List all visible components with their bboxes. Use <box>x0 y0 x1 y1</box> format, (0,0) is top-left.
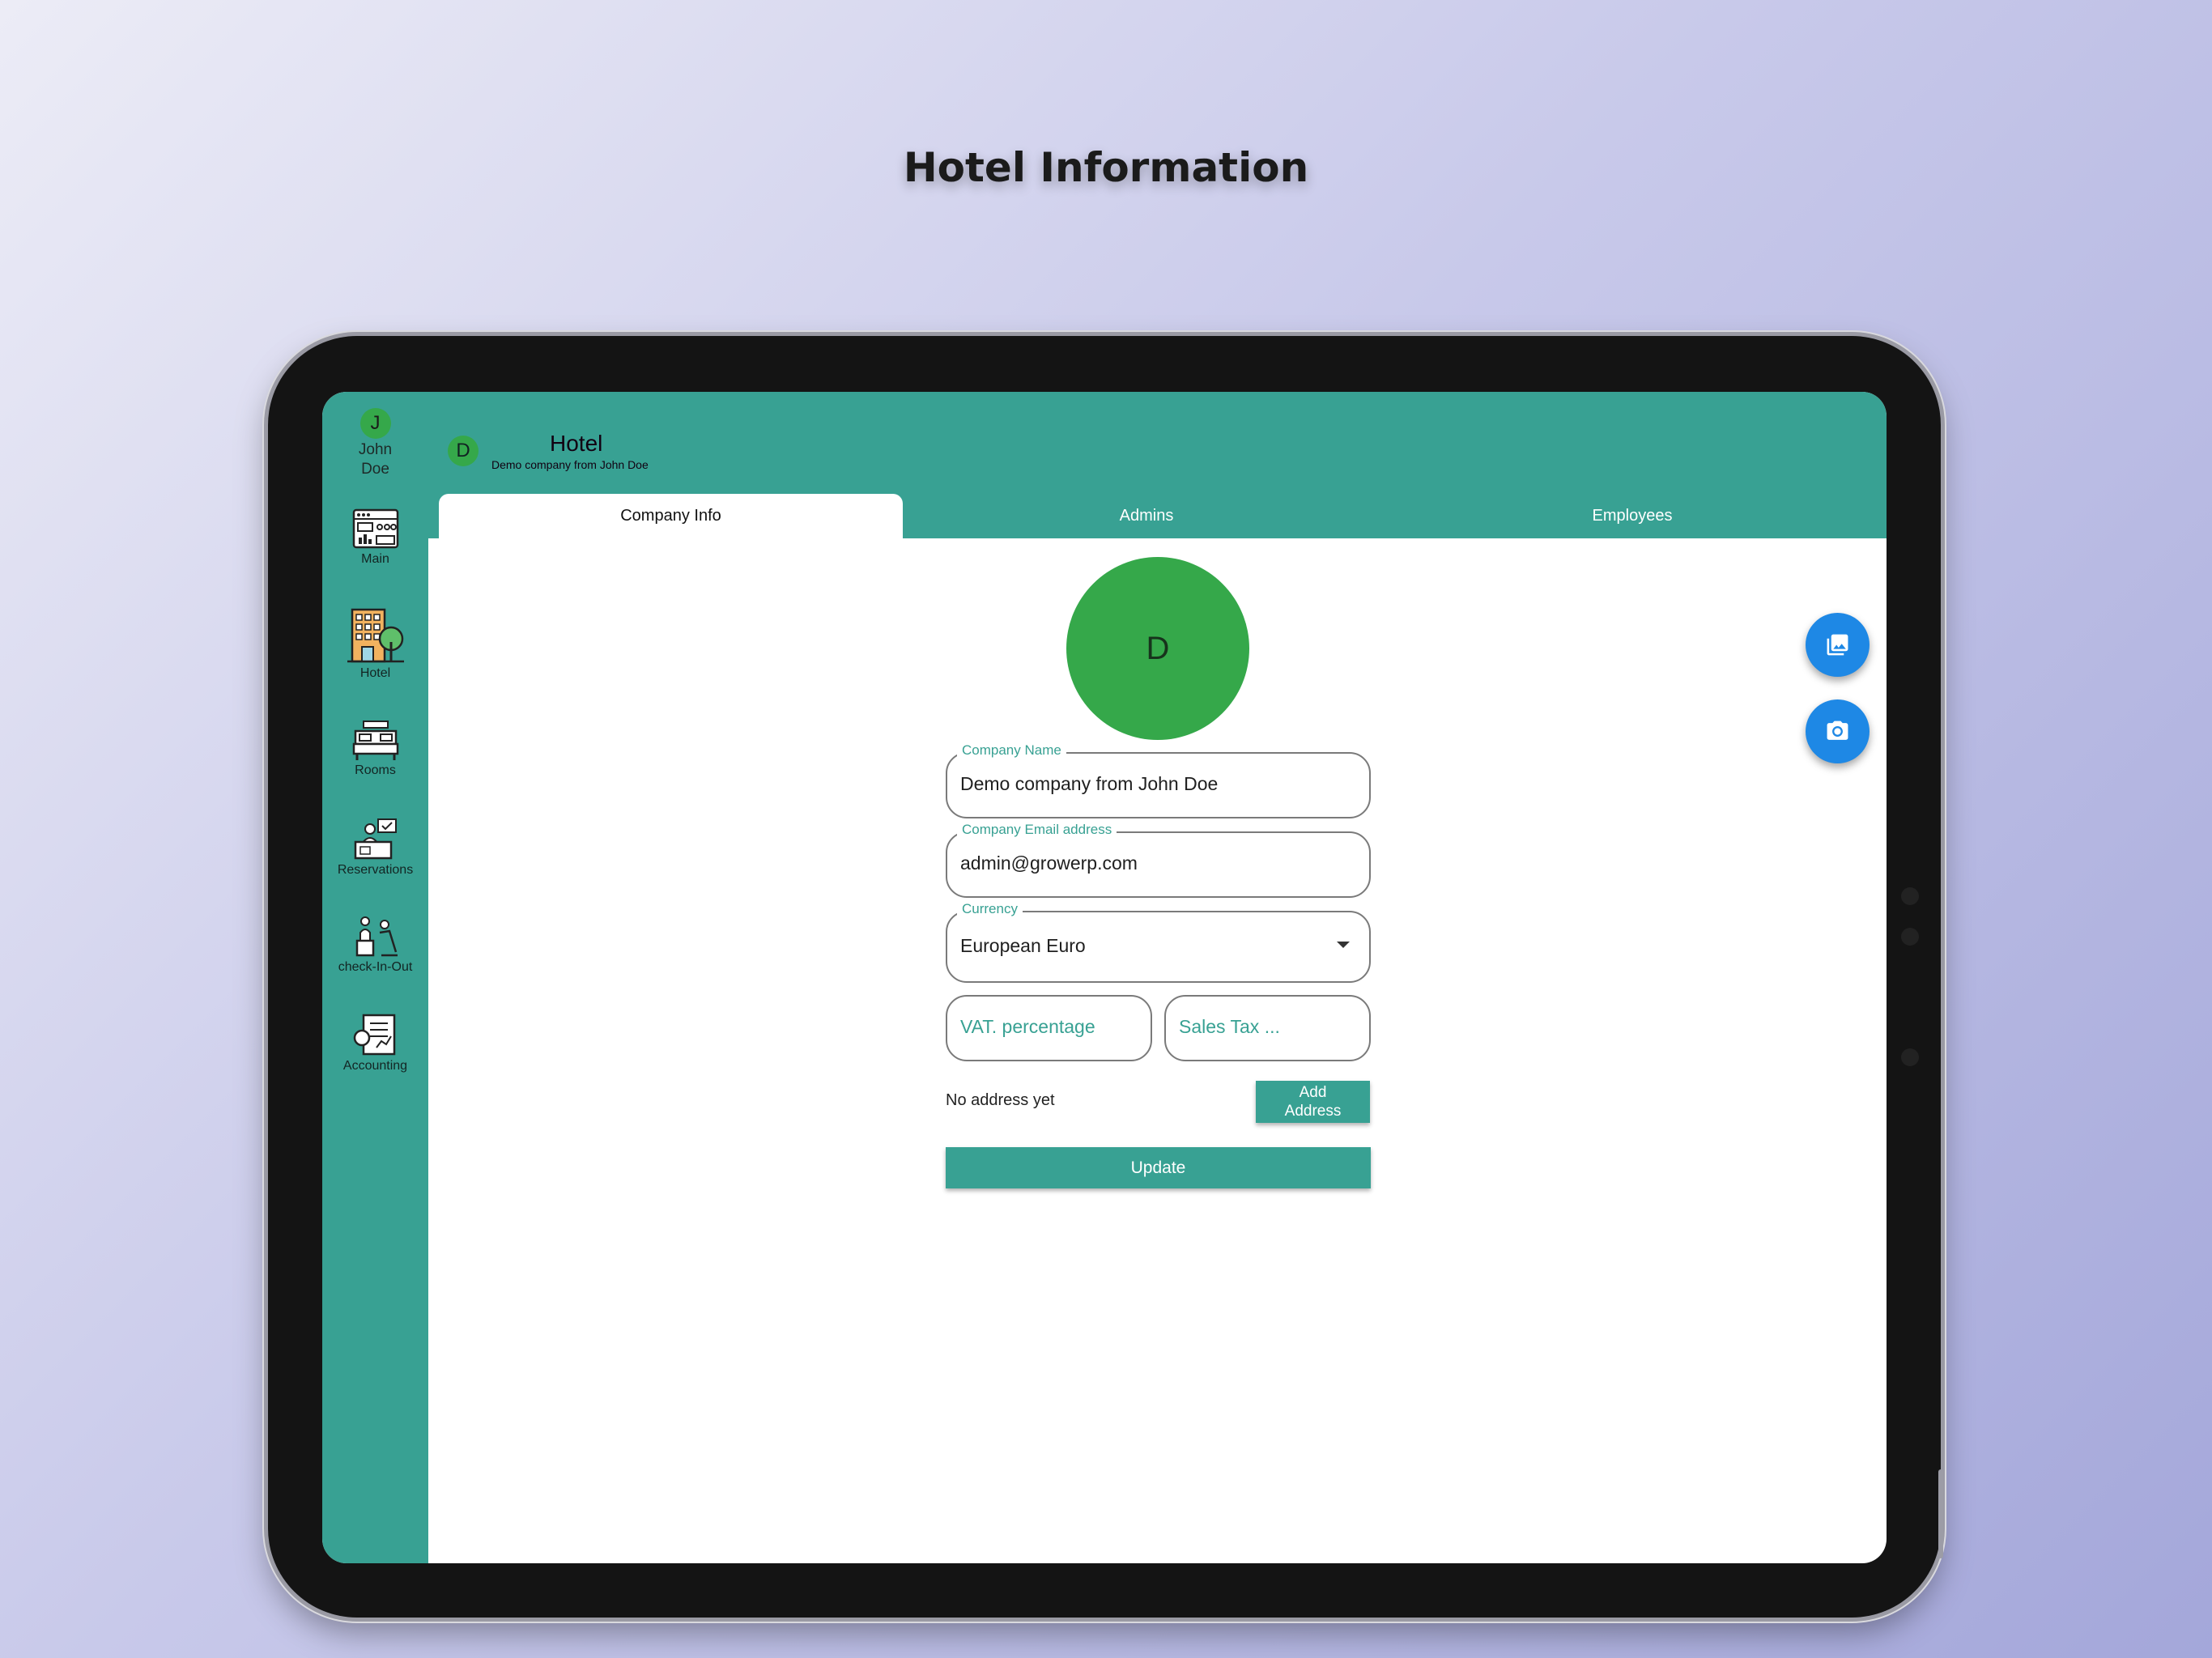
sales-tax-field[interactable]: Sales Tax ... <box>1164 995 1371 1061</box>
rail-item-hotel[interactable]: Hotel <box>322 606 428 681</box>
tab-admins[interactable]: Admins <box>915 494 1378 538</box>
page-headline: Hotel Information <box>903 144 1309 191</box>
rail-item-rooms[interactable]: Rooms <box>322 720 428 778</box>
tab-company-info[interactable]: Company Info <box>439 494 903 538</box>
user-avatar: J <box>359 408 391 439</box>
company-logo-avatar[interactable]: D <box>1066 557 1249 740</box>
dashboard-icon <box>352 508 398 549</box>
rail-item-label: Hotel <box>359 666 391 680</box>
app-screen: J John Doe Main Hotel Rooms Reservations… <box>322 392 1887 1563</box>
vat-percentage-placeholder: VAT. percentage <box>960 1016 1095 1037</box>
company-name-value: Demo company from John Doe <box>960 773 1219 794</box>
ledger-icon <box>353 1014 395 1056</box>
currency-label: Currency <box>957 901 1023 917</box>
rail-item-main[interactable]: Main <box>322 508 428 567</box>
rail-item-accounting[interactable]: Accounting <box>322 1014 428 1073</box>
navigation-rail: J John Doe Main Hotel Rooms Reservations… <box>322 392 428 1563</box>
rail-item-label: Accounting <box>342 1059 408 1073</box>
rail-item-label: Rooms <box>355 763 396 777</box>
company-email-value: admin@growerp.com <box>960 852 1138 874</box>
rail-item-label: Reservations <box>337 863 414 877</box>
rail-item-check-in-out[interactable]: check-In-Out <box>322 915 428 975</box>
camera-icon <box>1827 721 1848 740</box>
pick-image-button[interactable] <box>1806 613 1870 677</box>
company-name-label: Company Name <box>957 742 1066 759</box>
company-email-label: Company Email address <box>957 822 1117 838</box>
user-profile[interactable]: J John Doe <box>322 408 428 479</box>
company-name-field[interactable]: Company Name Demo company from John Doe <box>946 742 1371 818</box>
company-email-field[interactable]: Company Email address admin@growerp.com <box>946 822 1371 898</box>
hotel-building-icon <box>347 608 404 663</box>
update-button[interactable]: Update <box>946 1147 1371 1188</box>
add-address-label: Add Address <box>1284 1084 1342 1120</box>
app-bar: D Hotel Demo company from John Doe Compa… <box>428 392 1887 538</box>
bellboy-luggage-icon <box>355 916 398 957</box>
photo-library-icon <box>1827 634 1848 656</box>
company-avatar: D <box>448 436 479 466</box>
take-photo-button[interactable] <box>1806 699 1870 763</box>
page-title: Hotel <box>550 431 603 456</box>
sales-tax-placeholder: Sales Tax ... <box>1179 1016 1280 1037</box>
user-name: John Doe <box>358 441 393 478</box>
currency-value: European Euro <box>960 935 1086 956</box>
bed-icon <box>352 721 398 760</box>
add-address-button[interactable]: Add Address <box>1256 1081 1370 1123</box>
no-address-text: No address yet <box>946 1091 1055 1109</box>
dropdown-arrow-icon <box>1337 942 1350 948</box>
vat-percentage-field[interactable]: VAT. percentage <box>946 995 1152 1061</box>
rail-item-label: check-In-Out <box>338 960 413 974</box>
reception-desk-icon <box>354 818 397 860</box>
rail-item-label: Main <box>361 552 389 566</box>
tab-employees[interactable]: Employees <box>1401 494 1864 538</box>
page-subtitle: Demo company from John Doe <box>491 458 649 471</box>
currency-dropdown[interactable]: Currency European Euro <box>946 901 1371 983</box>
rail-item-reservations[interactable]: Reservations <box>322 818 428 878</box>
